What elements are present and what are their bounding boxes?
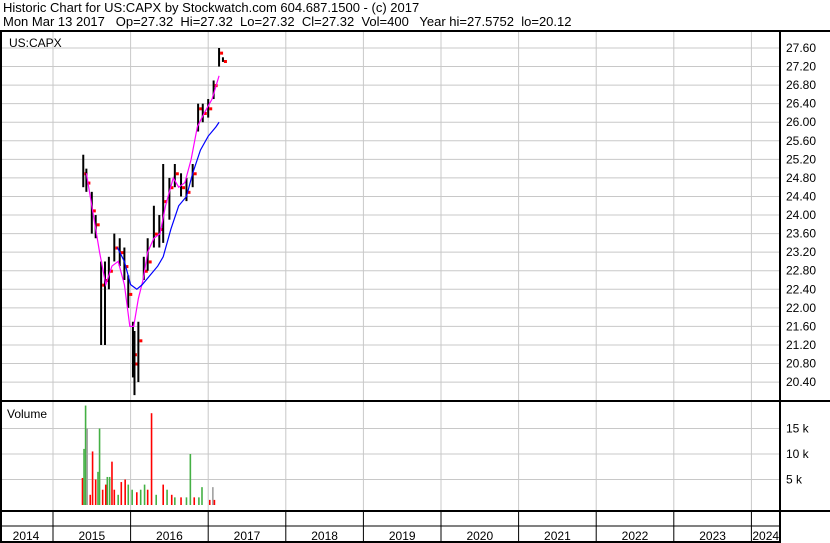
long-moving-average-line <box>116 121 220 291</box>
year-label: 2017 <box>234 529 261 543</box>
price-tick-label: 21.60 <box>786 319 816 333</box>
close-mark <box>223 59 227 63</box>
axis-labels: 27.60 27.20 26.80 26.40 26.00 25.60 25.20 24.80… <box>13 41 817 543</box>
stock-chart: US:CAPX Volume 27.60 27.20 26.80 26.40 26.00… <box>0 30 830 543</box>
price-tick-label: 27.20 <box>786 60 816 74</box>
year-label: 2018 <box>311 529 338 543</box>
year-label: 2022 <box>622 529 649 543</box>
chart-title: US:CAPX <box>9 36 62 50</box>
close-mark <box>182 186 186 190</box>
year-label: 2023 <box>699 529 726 543</box>
year-label: 2021 <box>544 529 571 543</box>
volume-tick-label: 5 k <box>786 473 803 487</box>
price-tick-label: 21.20 <box>786 338 816 352</box>
volume-tick-label: 10 k <box>786 447 810 461</box>
year-label: 2016 <box>156 529 183 543</box>
close-mark <box>120 251 124 255</box>
price-tick-label: 22.00 <box>786 301 816 315</box>
year-label: 2019 <box>389 529 416 543</box>
close-mark <box>220 51 224 55</box>
price-tick-label: 20.40 <box>786 375 816 389</box>
price-tick-label: 27.60 <box>786 41 816 55</box>
close-mark <box>193 172 197 176</box>
close-mark <box>148 260 152 264</box>
marks <box>81 48 227 505</box>
close-mark <box>96 223 100 227</box>
price-tick-label: 22.40 <box>786 282 816 296</box>
price-tick-label: 25.20 <box>786 152 816 166</box>
price-tick-label: 26.40 <box>786 97 816 111</box>
price-tick-label: 26.80 <box>786 78 816 92</box>
close-mark <box>139 339 143 343</box>
year-label: 2020 <box>466 529 493 543</box>
price-tick-label: 23.20 <box>786 245 816 259</box>
price-tick-label: 20.80 <box>786 357 816 371</box>
year-label: 2015 <box>78 529 105 543</box>
year-label: 2014 <box>13 529 40 543</box>
volume-tick-label: 15 k <box>786 422 810 436</box>
price-tick-label: 24.00 <box>786 208 816 222</box>
price-tick-label: 24.80 <box>786 171 816 185</box>
close-mark <box>199 107 203 111</box>
close-mark <box>175 172 179 176</box>
price-tick-label: 22.80 <box>786 264 816 278</box>
close-mark <box>129 292 133 296</box>
price-tick-label: 26.00 <box>786 115 816 129</box>
price-tick-label: 24.40 <box>786 189 816 203</box>
price-tick-label: 25.60 <box>786 134 816 148</box>
volume-label: Volume <box>7 407 47 421</box>
year-label: 2024 <box>752 529 779 543</box>
price-tick-label: 23.60 <box>786 227 816 241</box>
close-mark <box>209 107 213 111</box>
grid <box>2 32 780 542</box>
